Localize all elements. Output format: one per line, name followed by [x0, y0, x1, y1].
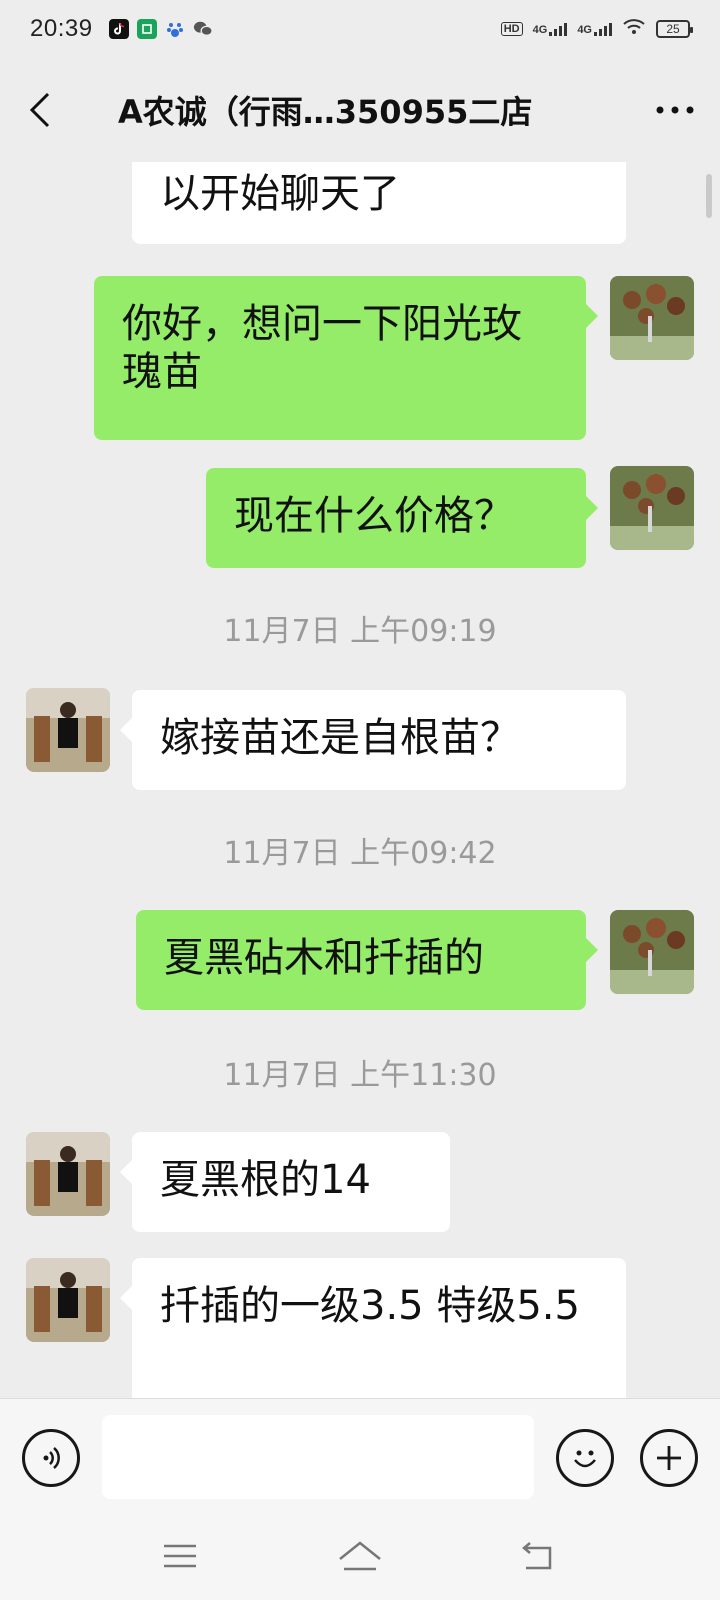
message-bubble[interactable]: 扦插的一级3.5 特级5.5	[120, 1258, 626, 1398]
baidu-icon	[165, 19, 185, 39]
chat-title: A农诚（行雨…350955二店	[118, 93, 533, 131]
hd-indicator: HD	[500, 22, 523, 36]
message-bubble[interactable]: 夏黑砧木和扦插的	[136, 910, 598, 1010]
contact-avatar[interactable]	[26, 688, 110, 772]
home-icon	[339, 1541, 381, 1571]
back-button[interactable]	[0, 58, 80, 162]
message-input[interactable]	[102, 1415, 534, 1499]
status-bar: 20:39 HD 4G 4G 25	[0, 0, 720, 58]
green-app-icon	[136, 19, 157, 39]
menu-icon	[164, 1544, 196, 1568]
home-button[interactable]	[330, 1534, 390, 1578]
message-text: 以开始聊天了	[160, 171, 400, 217]
voice-button[interactable]	[22, 1429, 80, 1487]
emoji-button[interactable]	[556, 1429, 614, 1487]
status-time: 20:39	[30, 15, 93, 42]
wechat-icon	[193, 19, 213, 39]
contact-avatar[interactable]	[26, 1132, 110, 1216]
message-bubble[interactable]: 你好，想问一下阳光玫瑰苗	[94, 276, 598, 440]
signal-2: 4G	[577, 22, 612, 36]
message-text: 夏黑根的14	[160, 1157, 371, 1203]
plus-icon	[657, 1446, 681, 1470]
status-indicators: HD 4G 4G 25	[500, 18, 693, 41]
chat-header: A农诚（行雨…350955二店	[0, 58, 720, 162]
message-text: 你好，想问一下阳光玫瑰苗	[122, 301, 522, 395]
message-bubble[interactable]: 夏黑根的14	[120, 1132, 450, 1232]
wifi-icon	[622, 18, 646, 41]
tiktok-icon	[108, 19, 129, 39]
notification-icons	[108, 19, 213, 39]
message-bubble[interactable]: 现在什么价格？	[206, 468, 598, 568]
more-dots-icon	[656, 106, 694, 114]
message-timestamp: 11月7日 上午09:42	[223, 836, 497, 871]
message-timestamp: 11月7日 上午11:30	[223, 1058, 497, 1093]
message-list[interactable]: 以开始聊天了 你好，想问一下阳光玫瑰苗 现在什么价格？ 11月7日 上午09:1…	[0, 162, 720, 1398]
my-avatar[interactable]	[610, 466, 694, 550]
scrollbar[interactable]	[706, 174, 712, 218]
plus-button[interactable]	[640, 1429, 698, 1487]
battery-icon: 25	[656, 20, 693, 38]
message-text: 夏黑砧木和扦插的	[164, 935, 484, 981]
chevron-left-icon	[29, 92, 50, 128]
return-button[interactable]	[508, 1534, 568, 1578]
message-text: 嫁接苗还是自根苗？	[160, 715, 520, 761]
more-button[interactable]	[630, 58, 720, 162]
my-avatar[interactable]	[610, 910, 694, 994]
system-nav-bar	[0, 1518, 720, 1600]
contact-avatar[interactable]	[26, 1258, 110, 1342]
voice-icon	[43, 1447, 60, 1469]
my-avatar[interactable]	[610, 276, 694, 360]
menu-button[interactable]	[150, 1534, 210, 1578]
emoji-icon	[574, 1450, 596, 1468]
message-bubble[interactable]: 嫁接苗还是自根苗？	[120, 690, 626, 790]
signal-1: 4G	[533, 22, 568, 36]
return-icon	[522, 1542, 552, 1570]
chat-input-bar	[0, 1398, 720, 1518]
message-text: 扦插的一级3.5 特级5.5	[160, 1283, 580, 1329]
message-bubble[interactable]: 以开始聊天了	[132, 162, 626, 244]
message-text: 现在什么价格？	[234, 493, 514, 539]
message-timestamp: 11月7日 上午09:19	[223, 614, 497, 649]
